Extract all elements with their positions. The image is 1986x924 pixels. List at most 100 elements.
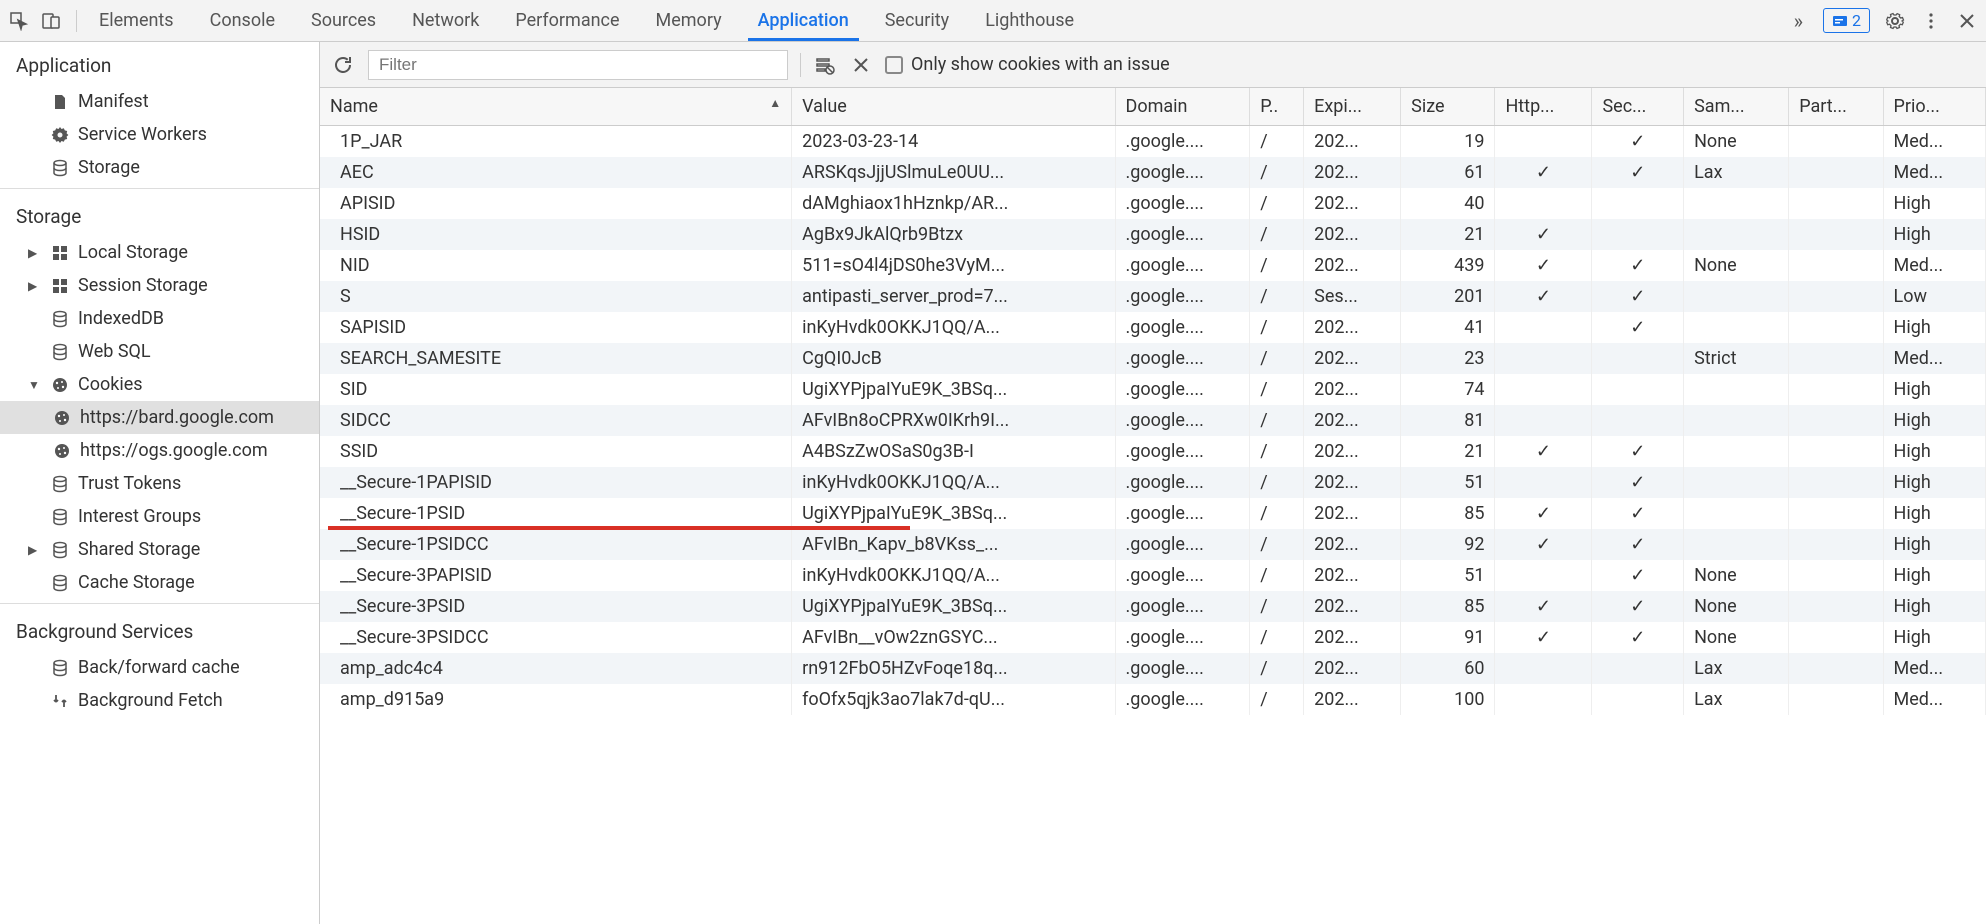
sidebar-item-local-storage[interactable]: ▶Local Storage xyxy=(0,236,319,269)
sidebar-section-title: Background Services xyxy=(0,608,319,651)
table-row[interactable]: SIDCCAFvIBn8oCPRXw0IKrh9I....google..../… xyxy=(320,405,1986,436)
cell-value: AFvIBn8oCPRXw0IKrh9I... xyxy=(792,405,1115,436)
cell-httponly xyxy=(1495,467,1592,498)
cell-expires: 202... xyxy=(1304,560,1401,591)
grid-icon xyxy=(50,276,70,296)
settings-icon[interactable] xyxy=(1884,10,1906,32)
column-header-priority[interactable]: Prio... xyxy=(1883,88,1986,126)
filter-input[interactable] xyxy=(368,50,788,80)
sidebar-item-https-ogs-google-com[interactable]: https://ogs.google.com xyxy=(0,434,319,467)
sidebar-item-web-sql[interactable]: Web SQL xyxy=(0,335,319,368)
table-row[interactable]: APISIDdAMghiaox1hHznkp/AR....google..../… xyxy=(320,188,1986,219)
cell-samesite xyxy=(1684,529,1789,560)
sidebar-item-cache-storage[interactable]: Cache Storage xyxy=(0,566,319,599)
column-header-expires[interactable]: Expi... xyxy=(1304,88,1401,126)
sidebar-item-label: https://ogs.google.com xyxy=(80,440,268,461)
cell-path: / xyxy=(1250,374,1304,405)
cell-path: / xyxy=(1250,436,1304,467)
tab-network[interactable]: Network xyxy=(394,0,497,41)
cell-size: 201 xyxy=(1401,281,1495,312)
sidebar-item-label: Cookies xyxy=(78,374,143,395)
table-row[interactable]: Santipasti_server_prod=7....google..../S… xyxy=(320,281,1986,312)
table-row[interactable]: amp_adc4c4rn912FbO5HZvFoqe18q....google.… xyxy=(320,653,1986,684)
refresh-icon[interactable] xyxy=(330,52,356,78)
table-row[interactable]: __Secure-1PSIDCCAFvIBn_Kapv_b8VKss_....g… xyxy=(320,529,1986,560)
table-row[interactable]: SAPISIDinKyHvdk0OKKJ1QQ/A....google..../… xyxy=(320,312,1986,343)
column-header-httponly[interactable]: Http... xyxy=(1495,88,1592,126)
close-devtools-icon[interactable] xyxy=(1956,10,1978,32)
tabs-overflow-icon[interactable]: » xyxy=(1782,9,1815,33)
table-row[interactable]: AECARSKqsJjjUSlmuLe0UU....google..../202… xyxy=(320,157,1986,188)
cell-expires: 202... xyxy=(1304,126,1401,158)
table-row[interactable]: NID511=sO4l4jDS0he3VyM....google..../202… xyxy=(320,250,1986,281)
sidebar-item-background-fetch[interactable]: Background Fetch xyxy=(0,684,319,717)
sidebar-item-label: Background Fetch xyxy=(78,690,223,711)
cell-samesite: None xyxy=(1684,560,1789,591)
tab-sources[interactable]: Sources xyxy=(293,0,394,41)
sidebar-item-service-workers[interactable]: Service Workers xyxy=(0,118,319,151)
only-issues-checkbox[interactable]: Only show cookies with an issue xyxy=(885,54,1170,75)
tab-performance[interactable]: Performance xyxy=(497,0,637,41)
table-row[interactable]: __Secure-3PSIDCCAFvIBn__vOw2znGSYC....go… xyxy=(320,622,1986,653)
column-header-value[interactable]: Value xyxy=(792,88,1115,126)
device-toggle-icon[interactable] xyxy=(40,10,62,32)
sidebar-item-interest-groups[interactable]: Interest Groups xyxy=(0,500,319,533)
column-header-name[interactable]: Name▲ xyxy=(320,88,792,126)
column-header-size[interactable]: Size xyxy=(1401,88,1495,126)
header-right: 2 xyxy=(1815,8,1978,33)
column-header-samesite[interactable]: Sam... xyxy=(1684,88,1789,126)
issues-badge[interactable]: 2 xyxy=(1823,8,1870,33)
kebab-menu-icon[interactable] xyxy=(1920,10,1942,32)
table-row[interactable]: SEARCH_SAMESITECgQI0JcB.google..../202..… xyxy=(320,343,1986,374)
table-row[interactable]: amp_d915a9foOfx5qjk3ao7lak7d-qU....googl… xyxy=(320,684,1986,715)
tab-application[interactable]: Application xyxy=(740,0,867,41)
sidebar-item-shared-storage[interactable]: ▶Shared Storage xyxy=(0,533,319,566)
cell-expires: 202... xyxy=(1304,653,1401,684)
tab-console[interactable]: Console xyxy=(192,0,293,41)
cell-name: SAPISID xyxy=(320,312,792,343)
table-row[interactable]: __Secure-3PAPISIDinKyHvdk0OKKJ1QQ/A....g… xyxy=(320,560,1986,591)
cell-priority: Med... xyxy=(1883,250,1986,281)
sidebar-item-trust-tokens[interactable]: Trust Tokens xyxy=(0,467,319,500)
toolbar-separator xyxy=(800,53,801,77)
table-row[interactable]: 1P_JAR2023-03-23-14.google..../202...19✓… xyxy=(320,126,1986,158)
sidebar-item-label: Manifest xyxy=(78,91,149,112)
tab-lighthouse[interactable]: Lighthouse xyxy=(967,0,1092,41)
cookies-panel: Only show cookies with an issue Name▲Val… xyxy=(320,42,1986,924)
devtools-header: ElementsConsoleSourcesNetworkPerformance… xyxy=(0,0,1986,42)
column-header-path[interactable]: P.. xyxy=(1250,88,1304,126)
sidebar-item-https-bard-google-com[interactable]: https://bard.google.com xyxy=(0,401,319,434)
cell-expires: 202... xyxy=(1304,591,1401,622)
delete-icon[interactable] xyxy=(849,53,873,77)
sidebar-item-label: Web SQL xyxy=(78,341,151,362)
table-row[interactable]: SSIDA4BSzZwOSaS0g3B-I.google..../202...2… xyxy=(320,436,1986,467)
table-row[interactable]: __Secure-3PSIDUgiXYPjpaIYuE9K_3BSq....go… xyxy=(320,591,1986,622)
cell-samesite xyxy=(1684,498,1789,529)
chevron-right-icon: ▶ xyxy=(28,543,38,557)
sidebar-item-indexeddb[interactable]: IndexedDB xyxy=(0,302,319,335)
cell-httponly: ✓ xyxy=(1495,591,1592,622)
column-header-domain[interactable]: Domain xyxy=(1115,88,1250,126)
cell-expires: 202... xyxy=(1304,405,1401,436)
table-row[interactable]: SIDUgiXYPjpaIYuE9K_3BSq....google..../20… xyxy=(320,374,1986,405)
db-icon xyxy=(50,474,70,494)
sort-asc-icon: ▲ xyxy=(769,96,781,110)
inspect-icon[interactable] xyxy=(8,10,30,32)
sidebar-item-session-storage[interactable]: ▶Session Storage xyxy=(0,269,319,302)
table-row[interactable]: __Secure-1PSIDUgiXYPjpaIYuE9K_3BSq....go… xyxy=(320,498,1986,529)
cell-partition xyxy=(1789,467,1883,498)
sidebar-item-manifest[interactable]: Manifest xyxy=(0,85,319,118)
column-header-partition[interactable]: Part... xyxy=(1789,88,1883,126)
header-tabs: ElementsConsoleSourcesNetworkPerformance… xyxy=(81,0,1782,41)
cell-size: 85 xyxy=(1401,498,1495,529)
sidebar-item-back-forward-cache[interactable]: Back/forward cache xyxy=(0,651,319,684)
tab-memory[interactable]: Memory xyxy=(638,0,740,41)
sidebar-item-storage[interactable]: Storage xyxy=(0,151,319,184)
clear-all-icon[interactable] xyxy=(813,53,837,77)
tab-security[interactable]: Security xyxy=(867,0,967,41)
sidebar-item-cookies[interactable]: ▼Cookies xyxy=(0,368,319,401)
table-row[interactable]: __Secure-1PAPISIDinKyHvdk0OKKJ1QQ/A....g… xyxy=(320,467,1986,498)
table-row[interactable]: HSIDAgBx9JkAlQrb9Btzx.google..../202...2… xyxy=(320,219,1986,250)
column-header-secure[interactable]: Sec... xyxy=(1592,88,1684,126)
tab-elements[interactable]: Elements xyxy=(81,0,192,41)
